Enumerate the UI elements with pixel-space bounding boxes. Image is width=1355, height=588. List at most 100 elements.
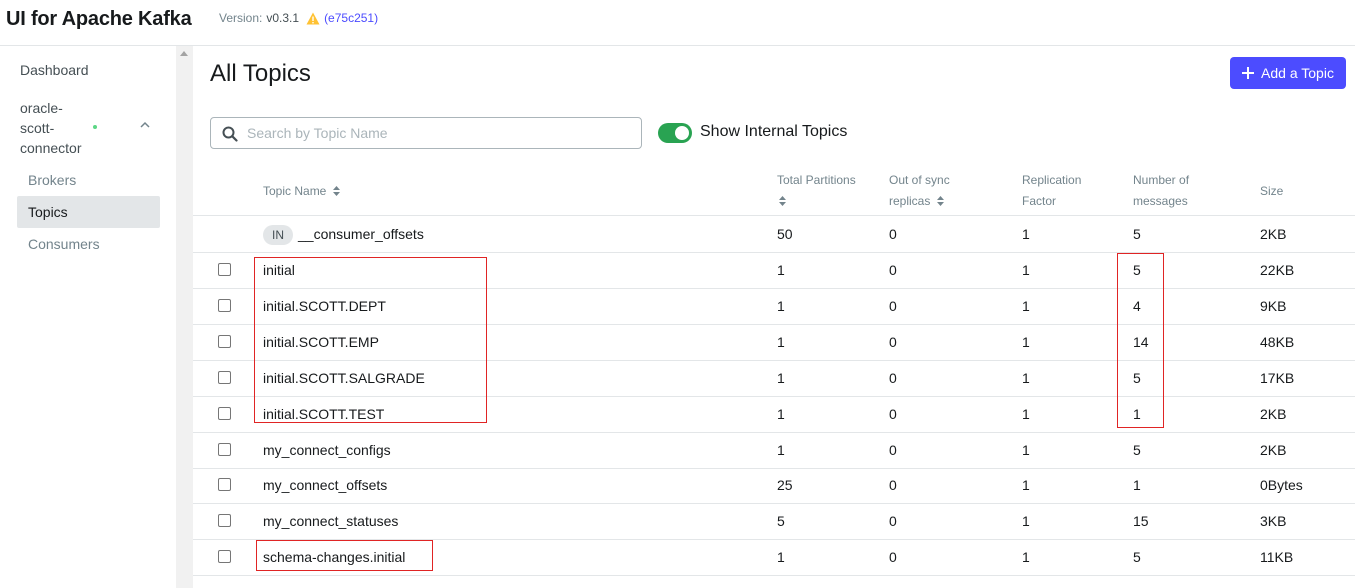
table-row[interactable]: initial.SCOTT.SALGRADE 1 0 1 5 17KB [193,361,1355,397]
chevron-up-icon[interactable] [139,119,151,131]
table-row[interactable]: initial.SCOTT.TEST 1 0 1 1 2KB [193,397,1355,433]
sidebar-cluster[interactable]: oracle-scott-connector [20,98,160,158]
add-topic-button[interactable]: Add a Topic [1230,57,1346,89]
topic-name-link[interactable]: initial.SCOTT.SALGRADE [263,361,425,396]
cell-size: 48KB [1260,334,1295,350]
sidebar-item-consumers[interactable]: Consumers [17,228,160,260]
row-checkbox[interactable] [218,550,231,563]
show-internal-topics-toggle[interactable] [658,123,692,143]
scroll-up-arrow-icon[interactable] [180,51,188,56]
cell-messages: 5 [1133,549,1141,565]
table-row[interactable]: my_connect_offsets 25 0 1 1 0Bytes [193,468,1355,504]
header-total-partitions[interactable]: Total Partitions [777,170,856,212]
version-label: Version: [219,11,263,25]
cell-replication: 1 [1022,334,1030,350]
topic-name-link[interactable]: my_connect_offsets [263,468,387,503]
version-number: v0.3.1 [266,11,300,25]
cell-oos: 0 [889,334,897,350]
table-row[interactable]: initial.SCOTT.EMP 1 0 1 14 48KB [193,325,1355,361]
row-checkbox[interactable] [218,263,231,276]
header-size: Size [1260,184,1284,198]
topic-name-link[interactable]: my_connect_statuses [263,504,398,539]
sort-icon [779,196,786,206]
topic-name-link[interactable]: my_connect_configs [263,433,391,468]
cell-oos: 0 [889,406,897,422]
page-title: All Topics [210,60,311,87]
commit-link[interactable]: (e75c251) [324,11,378,25]
cell-replication: 1 [1022,442,1030,458]
cell-partitions: 25 [777,477,793,493]
cell-replication: 1 [1022,406,1030,422]
cell-partitions: 1 [777,406,785,422]
cell-replication: 1 [1022,370,1030,386]
sidebar-scrollbar[interactable] [176,46,193,588]
row-checkbox[interactable] [218,371,231,384]
header-total-partitions-label: Total Partitions [777,173,856,187]
sidebar: Dashboard oracle-scott-connector Brokers… [0,46,176,588]
topic-name-link[interactable]: initial [263,253,295,288]
table-row[interactable]: schema-changes.initial 1 0 1 5 11KB [193,540,1355,576]
header-out-of-sync[interactable]: Out of sync replicas [889,170,950,212]
cell-partitions: 1 [777,298,785,314]
cell-replication: 1 [1022,513,1030,529]
search-box [210,117,642,149]
cell-partitions: 1 [777,334,785,350]
sidebar-item-brokers[interactable]: Brokers [17,164,160,196]
search-input[interactable] [247,118,637,148]
header-topic-name[interactable]: Topic Name [263,181,340,202]
sort-icon [332,186,340,196]
header-msg-line2: messages [1133,194,1188,208]
cell-size: 22KB [1260,262,1295,278]
row-checkbox[interactable] [218,335,231,348]
table-row[interactable]: initial 1 0 1 5 22KB [193,253,1355,289]
cell-messages: 1 [1133,477,1141,493]
cell-oos: 0 [889,298,897,314]
cell-messages: 14 [1133,334,1149,350]
cell-oos: 0 [889,442,897,458]
table-row[interactable]: initial.SCOTT.DEPT 1 0 1 4 9KB [193,289,1355,325]
cell-partitions: 5 [777,513,785,529]
cell-replication: 1 [1022,262,1030,278]
row-checkbox[interactable] [218,478,231,491]
topic-name-link[interactable]: __consumer_offsets [298,217,424,252]
topic-name-link[interactable]: initial.SCOTT.DEPT [263,289,386,324]
table-row[interactable]: my_connect_configs 1 0 1 5 2KB [193,433,1355,469]
cell-replication: 1 [1022,298,1030,314]
cell-size: 0Bytes [1260,477,1303,493]
topic-name-link[interactable]: initial.SCOTT.EMP [263,325,379,360]
internal-badge: IN [263,225,293,245]
app-title[interactable]: UI for Apache Kafka [6,8,192,31]
table-row[interactable]: IN __consumer_offsets 50 0 1 5 2KB [193,217,1355,253]
table-header: Topic Name Total Partitions Out of sync … [193,168,1355,216]
header-number-of-messages: Number of messages [1133,170,1189,212]
row-checkbox[interactable] [218,514,231,527]
topic-name-link[interactable]: schema-changes.initial [263,540,405,575]
cell-size: 2KB [1260,406,1287,422]
cell-messages: 5 [1133,226,1141,242]
top-bar: UI for Apache Kafka Version: v0.3.1 (e75… [0,0,1355,46]
cell-oos: 0 [889,549,897,565]
cell-oos: 0 [889,262,897,278]
cell-messages: 5 [1133,370,1141,386]
header-oos-line1: Out of sync [889,173,950,187]
row-checkbox[interactable] [218,443,231,456]
sidebar-item-dashboard[interactable]: Dashboard [20,62,89,78]
toggle-label: Show Internal Topics [700,123,848,140]
row-checkbox[interactable] [218,299,231,312]
row-checkbox[interactable] [218,407,231,420]
sort-icon [936,196,944,206]
toggle-knob [675,126,689,140]
cell-replication: 1 [1022,226,1030,242]
cell-oos: 0 [889,477,897,493]
topic-name-link[interactable]: initial.SCOTT.TEST [263,397,384,432]
header-msg-line1: Number of [1133,173,1190,187]
table-row[interactable]: my_connect_statuses 5 0 1 15 3KB [193,504,1355,540]
plus-icon [1242,67,1255,79]
header-topic-name-label: Topic Name [263,184,327,198]
sidebar-item-topics[interactable]: Topics [17,196,160,228]
cell-partitions: 1 [777,262,785,278]
cell-replication: 1 [1022,477,1030,493]
cell-messages: 4 [1133,298,1141,314]
add-topic-label: Add a Topic [1261,65,1334,81]
header-rep-line2: Factor [1022,194,1057,208]
